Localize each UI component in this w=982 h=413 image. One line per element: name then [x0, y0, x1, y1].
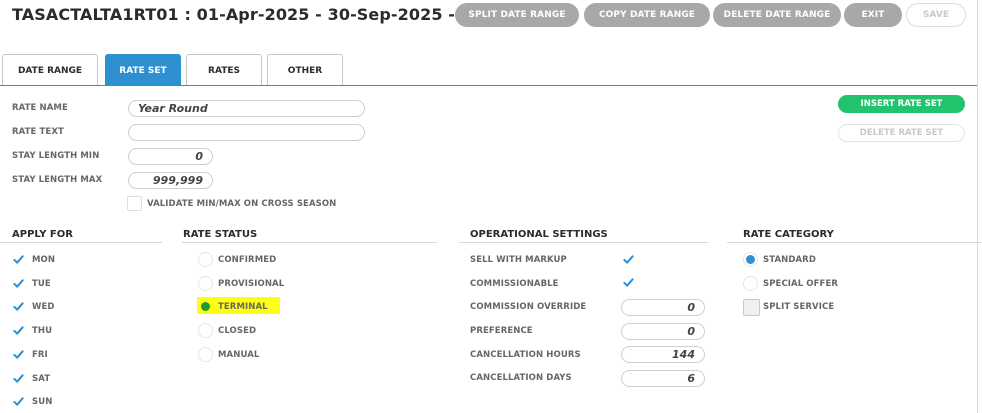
apply-for-title: APPLY FOR	[12, 229, 73, 240]
rate-status-provisional-radio[interactable]	[198, 275, 213, 291]
tab-underline	[0, 85, 977, 86]
tab-other[interactable]: OTHER	[267, 54, 343, 86]
rate-status-terminal-label: TERMINAL	[218, 302, 268, 313]
rate-status-provisional-label: PROVISIONAL	[218, 278, 285, 289]
preference-input[interactable]: 0	[621, 323, 705, 340]
stay-length-min-input[interactable]: 0	[128, 148, 213, 165]
radio-selected-dot	[201, 302, 210, 312]
split-date-range-button[interactable]: SPLIT DATE RANGE	[455, 3, 579, 27]
day-wed-label: WED	[32, 302, 55, 313]
rate-category-special-offer-radio[interactable]	[743, 276, 758, 291]
operational-settings-title: OPERATIONAL SETTINGS	[470, 229, 608, 240]
rate-status-confirmed-radio[interactable]	[198, 252, 213, 267]
cancellation-hours-input[interactable]: 144	[621, 346, 705, 363]
day-fri-label: FRI	[32, 349, 48, 360]
right-divider	[977, 0, 978, 413]
split-service-checkbox[interactable]	[743, 299, 760, 316]
rate-category-standard-radio[interactable]	[743, 252, 758, 267]
checkmark-icon	[13, 373, 24, 383]
checkmark-icon	[13, 350, 24, 359]
save-button[interactable]: SAVE	[906, 3, 966, 27]
day-mon-checkbox[interactable]	[11, 252, 26, 267]
day-mon-label: MON	[32, 255, 56, 265]
rate-text-input[interactable]	[128, 124, 365, 141]
checkmark-icon	[623, 278, 634, 287]
tab-date-range[interactable]: DATE RANGE	[2, 54, 98, 86]
operational-settings-divider	[459, 242, 708, 243]
radio-selected-dot	[746, 255, 755, 264]
checkmark-icon	[13, 255, 24, 264]
commission-override-input[interactable]: 0	[621, 299, 705, 316]
day-thu-checkbox[interactable]	[11, 323, 26, 338]
rate-status-closed-label: CLOSED	[218, 326, 257, 337]
rate-name-label: RATE NAME	[12, 103, 68, 113]
rate-status-manual-label: MANUAL	[218, 349, 260, 360]
checkmark-icon	[13, 326, 24, 335]
copy-date-range-button[interactable]: COPY DATE RANGE	[584, 3, 710, 27]
rate-status-closed-radio[interactable]	[198, 323, 213, 339]
stay-length-max-input[interactable]: 999,999	[128, 172, 213, 189]
validate-cross-season-label: VALIDATE MIN/MAX ON CROSS SEASON	[147, 199, 337, 209]
day-thu-label: THU	[32, 326, 53, 337]
rate-category-title: RATE CATEGORY	[743, 229, 834, 240]
rate-name-input[interactable]: Year Round	[128, 100, 365, 117]
commissionable-checkbox[interactable]	[621, 275, 636, 290]
delete-rate-set-button[interactable]: DELETE RATE SET	[838, 124, 965, 142]
rate-category-standard-label: STANDARD	[763, 255, 816, 265]
split-service-label: SPLIT SERVICE	[763, 302, 835, 312]
commission-override-label: COMMISSION OVERRIDE	[470, 302, 587, 312]
rate-text-label: RATE TEXT	[12, 127, 64, 137]
preference-label: PREFERENCE	[470, 326, 533, 336]
apply-for-divider	[0, 242, 162, 243]
day-sun-label: SUN	[32, 397, 53, 408]
page-title: TASACTALTA1RT01 : 01-Apr-2025 - 30-Sep-2…	[12, 5, 505, 24]
stay-length-min-label: STAY LENGTH MIN	[12, 151, 100, 161]
delete-date-range-button[interactable]: DELETE DATE RANGE	[713, 3, 841, 27]
cancellation-days-input[interactable]: 6	[621, 370, 705, 387]
day-wed-checkbox[interactable]	[11, 299, 26, 314]
day-tue-label: TUE	[32, 278, 51, 289]
day-fri-checkbox[interactable]	[11, 347, 26, 362]
validate-cross-season-checkbox[interactable]	[127, 196, 142, 211]
day-sun-checkbox[interactable]	[11, 394, 26, 409]
checkmark-icon	[13, 397, 24, 406]
checkmark-icon	[13, 278, 24, 288]
rate-status-manual-radio[interactable]	[198, 346, 213, 362]
rate-status-title: RATE STATUS	[183, 229, 258, 240]
rate-category-divider	[727, 242, 982, 243]
checkmark-icon	[623, 255, 634, 264]
sell-with-markup-checkbox[interactable]	[621, 252, 636, 267]
day-sat-label: SAT	[32, 373, 51, 384]
cancellation-hours-label: CANCELLATION HOURS	[470, 350, 581, 360]
day-tue-checkbox[interactable]	[11, 276, 26, 291]
rate-status-confirmed-label: CONFIRMED	[218, 255, 277, 265]
insert-rate-set-button[interactable]: INSERT RATE SET	[838, 95, 965, 113]
tab-rates[interactable]: RATES	[186, 54, 262, 86]
day-sat-checkbox[interactable]	[11, 371, 26, 386]
rate-category-special-offer-label: SPECIAL OFFER	[763, 279, 839, 289]
sell-with-markup-label: SELL WITH MARKUP	[470, 255, 567, 265]
stay-length-max-label: STAY LENGTH MAX	[12, 175, 103, 185]
commissionable-label: COMMISSIONABLE	[470, 279, 559, 289]
rate-status-divider	[182, 242, 437, 243]
checkmark-icon	[13, 302, 24, 312]
cancellation-days-label: CANCELLATION DAYS	[470, 373, 572, 383]
tab-rate-set[interactable]: RATE SET	[105, 54, 181, 86]
exit-button[interactable]: EXIT	[844, 3, 902, 27]
